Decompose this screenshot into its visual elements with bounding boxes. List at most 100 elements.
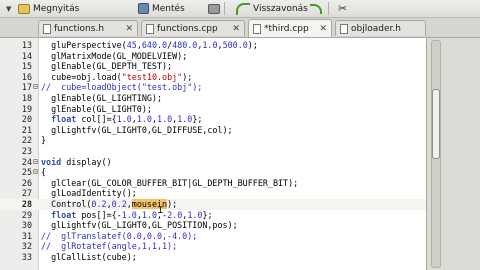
line-number: 25	[21, 167, 32, 178]
print-button[interactable]	[208, 1, 223, 16]
code-text[interactable]: glLoadIdentity();	[41, 188, 137, 199]
code-text[interactable]: }	[41, 135, 46, 146]
code-text[interactable]: gluPerspective(45,640.0/480.0,1.0,500.0)…	[41, 40, 258, 51]
code-text[interactable]: glEnable(GL_LIGHT0);	[41, 104, 152, 115]
vertical-scrollbar[interactable]	[431, 40, 441, 268]
code-line[interactable]: 19 glEnable(GL_LIGHT0);	[0, 104, 426, 115]
toolbar-separator	[328, 2, 329, 15]
line-number: 26	[21, 177, 32, 188]
line-number: 16	[21, 71, 32, 82]
code-line[interactable]: 23	[0, 146, 426, 157]
line-number: 23	[21, 146, 32, 156]
code-text[interactable]: // glRotatef(angle,1,1,1);	[41, 241, 177, 252]
code-line[interactable]: 18 glEnable(GL_LIGHTING);	[0, 93, 426, 104]
code-line[interactable]: 15 glEnable(GL_DEPTH_TEST);	[0, 61, 426, 72]
save-label: Mentés	[152, 3, 185, 14]
text-cursor-icon: Ɪ	[158, 206, 164, 216]
tab-label: *third.cpp	[264, 23, 309, 34]
code-editor[interactable]: 13 gluPerspective(45,640.0/480.0,1.0,500…	[0, 38, 426, 270]
tab-functions-cpp[interactable]: functions.cpp ✕	[141, 20, 245, 36]
folder-icon	[18, 3, 30, 14]
code-text[interactable]: glLightfv(GL_LIGHT0,GL_DIFFUSE,col);	[41, 125, 233, 136]
undo-icon	[236, 2, 250, 15]
code-line[interactable]: 29 float pos[]={-1.0,1.0,-2.0,1.0};	[0, 210, 426, 221]
document-icon	[340, 23, 348, 34]
code-line[interactable]: 22}	[0, 135, 426, 146]
open-label: Megnyitás	[33, 3, 80, 14]
code-line[interactable]: 30 glLightfv(GL_LIGHT0,GL_POSITION,pos);	[0, 220, 426, 231]
code-text[interactable]: glEnable(GL_DEPTH_TEST);	[41, 61, 172, 72]
undo-label: Visszavonás	[253, 3, 308, 14]
code-line[interactable]: 27 glLoadIdentity();	[0, 188, 426, 199]
line-number: 22	[21, 135, 32, 146]
tab-label: objloader.h	[351, 23, 401, 34]
code-line[interactable]: 31 // glTranslatef(0.0,0.0,-4.0);	[0, 231, 426, 242]
code-line[interactable]: 14 glMatrixMode(GL_MODELVIEW);	[0, 51, 426, 62]
code-line[interactable]: 13 gluPerspective(45,640.0/480.0,1.0,500…	[0, 40, 426, 51]
code-text[interactable]: // glTranslatef(0.0,0.0,-4.0);	[41, 231, 197, 242]
redo-icon	[310, 3, 322, 14]
line-number: 20	[21, 114, 32, 125]
line-number: 33	[21, 252, 32, 262]
tab-objloader-h[interactable]: objloader.h	[335, 20, 426, 36]
new-file-arrow[interactable]: ▼	[3, 1, 11, 16]
line-number: 31	[21, 230, 32, 241]
fold-toggle-icon[interactable]: ⊟	[33, 167, 40, 178]
code-text[interactable]: void display()	[41, 157, 112, 168]
scissors-icon: ✂	[338, 2, 348, 15]
fold-toggle-icon[interactable]: ⊟	[33, 82, 40, 93]
line-number: 13	[21, 40, 32, 50]
line-number: 32	[21, 241, 32, 252]
code-text[interactable]: {	[41, 167, 46, 178]
save-icon	[138, 3, 149, 14]
line-number: 17	[21, 82, 32, 93]
toolbar: ▼ Megnyitás Mentés Visszavonás ✂	[0, 0, 480, 18]
line-number: 24	[21, 156, 32, 167]
cut-button[interactable]: ✂	[338, 1, 347, 16]
code-text[interactable]: glClear(GL_COLOR_BUFFER_BIT|GL_DEPTH_BUF…	[41, 178, 298, 189]
close-icon[interactable]: ✕	[319, 24, 327, 34]
code-line[interactable]: 17 ⊟// cube=loadObject("test.obj");	[0, 82, 426, 93]
code-line[interactable]: 25 ⊟{	[0, 167, 426, 178]
line-number: 18	[21, 93, 32, 103]
toolbar-separator	[224, 2, 225, 15]
code-text[interactable]: float col[]={1.0,1.0,1.0,1.0};	[41, 114, 202, 125]
code-line[interactable]: 21 glLightfv(GL_LIGHT0,GL_DIFFUSE,col);	[0, 125, 426, 136]
save-button[interactable]: Mentés	[138, 1, 185, 16]
code-text[interactable]: glLightfv(GL_LIGHT0,GL_POSITION,pos);	[41, 220, 238, 231]
line-number: 28	[21, 199, 32, 209]
code-text[interactable]: Control(0.2,0.2,mousein);	[41, 199, 177, 210]
fold-toggle-icon[interactable]: ⊟	[33, 157, 40, 168]
code-line[interactable]: 24 ⊟ void display()	[0, 157, 426, 168]
undo-button[interactable]: Visszavonás	[236, 1, 308, 16]
code-line[interactable]: 26 glClear(GL_COLOR_BUFFER_BIT|GL_DEPTH_…	[0, 178, 426, 189]
tab-third-cpp[interactable]: *third.cpp ✕	[248, 19, 332, 37]
code-line[interactable]: 20 float col[]={1.0,1.0,1.0,1.0};	[0, 114, 426, 125]
document-icon	[43, 23, 51, 34]
close-icon[interactable]: ✕	[125, 24, 133, 34]
line-number: 29	[21, 209, 32, 220]
code-text[interactable]: float pos[]={-1.0,1.0,-2.0,1.0};	[41, 210, 212, 221]
scrollbar-thumb[interactable]	[432, 89, 440, 159]
code-line[interactable]: 28 Control(0.2,0.2,mousein);	[0, 199, 426, 210]
line-number: 30	[21, 220, 32, 231]
line-number: 15	[21, 61, 32, 72]
code-text[interactable]: // cube=loadObject("test.obj");	[41, 82, 202, 93]
code-line[interactable]: 16 cube=obj.load("test10.obj");	[0, 72, 426, 83]
right-panel	[426, 38, 480, 270]
tab-bar: functions.h ✕ functions.cpp ✕ *third.cpp…	[0, 18, 480, 38]
code-line[interactable]: 32 // glRotatef(angle,1,1,1);	[0, 241, 426, 252]
tab-label: functions.cpp	[157, 23, 218, 34]
code-text[interactable]: glMatrixMode(GL_MODELVIEW);	[41, 51, 187, 62]
line-number: 19	[21, 103, 32, 114]
code-line[interactable]: 33 glCallList(cube);	[0, 252, 426, 263]
code-text[interactable]: glCallList(cube);	[41, 252, 137, 263]
document-icon	[253, 23, 261, 34]
tab-functions-h[interactable]: functions.h ✕	[38, 20, 138, 36]
close-icon[interactable]: ✕	[232, 24, 240, 34]
code-text[interactable]: cube=obj.load("test10.obj");	[41, 72, 192, 83]
open-button[interactable]: Megnyitás	[18, 1, 79, 16]
redo-button[interactable]	[310, 1, 325, 16]
code-text[interactable]: glEnable(GL_LIGHTING);	[41, 93, 162, 104]
document-icon	[146, 23, 154, 34]
